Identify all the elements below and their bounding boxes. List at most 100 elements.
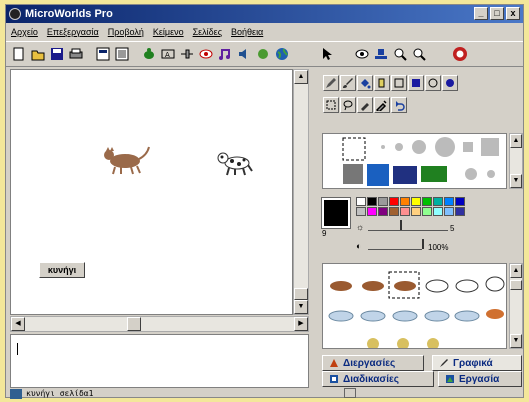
menu-view[interactable]: Προβολή: [108, 27, 144, 37]
menu-text[interactable]: Κείμενο: [153, 27, 184, 37]
tab-processes[interactable]: Διεργασίες: [322, 355, 424, 371]
oval-outline-icon[interactable]: [425, 75, 441, 91]
menu-edit[interactable]: Επεξεργασία: [47, 27, 99, 37]
menu-help[interactable]: Βοήθεια: [231, 27, 263, 37]
swatch[interactable]: [356, 207, 366, 216]
swatch[interactable]: [455, 197, 465, 206]
swatch[interactable]: [378, 197, 388, 206]
animals-scroll-up[interactable]: ▲: [510, 264, 522, 278]
swatch[interactable]: [411, 207, 421, 216]
opacity-slider-thumb[interactable]: [422, 239, 424, 249]
swatch[interactable]: [367, 207, 377, 216]
stamp-icon[interactable]: [372, 45, 390, 63]
animals-scroll-down[interactable]: ▼: [510, 334, 522, 348]
dog-turtle[interactable]: [217, 150, 257, 176]
swatch[interactable]: [411, 197, 421, 206]
oval-filled-icon[interactable]: [442, 75, 458, 91]
tab-project[interactable]: Εργασία: [438, 371, 522, 387]
page-vertical-scrollbar[interactable]: ▲ ▼: [293, 69, 309, 315]
shapes-gallery[interactable]: [322, 133, 507, 189]
horizontal-scroll-thumb[interactable]: [127, 317, 141, 331]
swatch[interactable]: [444, 207, 454, 216]
page-canvas[interactable]: κυνήγι: [10, 69, 293, 315]
swatch[interactable]: [422, 197, 432, 206]
pointer-icon[interactable]: [318, 45, 336, 63]
zoom-out-icon[interactable]: [410, 45, 428, 63]
shapes-scrollbar[interactable]: ▲ ▼: [509, 133, 523, 189]
rect-select-icon[interactable]: [323, 97, 339, 113]
magic-pen-icon[interactable]: [357, 97, 373, 113]
current-color[interactable]: [321, 197, 351, 229]
paint-palette: ▲ ▼ 9 ☼ 5 ◐ 100% ▲ ▼: [318, 69, 525, 355]
swatch[interactable]: [400, 207, 410, 216]
print-icon[interactable]: [67, 45, 85, 63]
swatch[interactable]: [422, 207, 432, 216]
button-tool-icon[interactable]: A: [159, 45, 177, 63]
sun-icon: ☼: [356, 222, 365, 232]
animals-scrollbar[interactable]: ▲ ▼: [509, 263, 523, 349]
menu-pages[interactable]: Σελίδες: [193, 27, 222, 37]
minimize-button[interactable]: _: [474, 7, 488, 20]
eraser-icon[interactable]: [374, 75, 390, 91]
full-screen-icon[interactable]: [113, 45, 131, 63]
scroll-down-arrow[interactable]: ▼: [294, 300, 308, 314]
rectangle-filled-icon[interactable]: [408, 75, 424, 91]
swatch[interactable]: [455, 207, 465, 216]
swatch[interactable]: [444, 197, 454, 206]
eye-icon[interactable]: [197, 45, 215, 63]
swatch[interactable]: [367, 197, 377, 206]
hunt-button[interactable]: κυνήγι: [39, 262, 85, 278]
shade-slider[interactable]: [368, 223, 448, 231]
page-horizontal-scrollbar[interactable]: ◀ ▶: [10, 316, 309, 332]
animation-icon[interactable]: [254, 45, 272, 63]
cat-turtle[interactable]: [99, 145, 151, 175]
scroll-right-arrow[interactable]: ▶: [294, 317, 308, 331]
lasso-icon[interactable]: [340, 97, 356, 113]
eye-tool-icon[interactable]: [353, 45, 371, 63]
stop-icon[interactable]: [451, 45, 469, 63]
swatch[interactable]: [433, 197, 443, 206]
shade-slider-thumb[interactable]: [400, 220, 402, 230]
music-icon[interactable]: [216, 45, 234, 63]
menu-bar: Αρχείο Επεξεργασία Προβολή Κείμενο Σελίδ…: [6, 24, 523, 40]
scroll-up-arrow[interactable]: ▲: [294, 70, 308, 84]
save-icon[interactable]: [48, 45, 66, 63]
animals-gallery[interactable]: [322, 263, 507, 349]
turtle-icon[interactable]: [140, 45, 158, 63]
swatch[interactable]: [356, 197, 366, 206]
project-icon: [446, 375, 454, 383]
sound-icon[interactable]: [235, 45, 253, 63]
swatch[interactable]: [433, 207, 443, 216]
scroll-left-arrow[interactable]: ◀: [11, 317, 25, 331]
open-folder-icon[interactable]: [29, 45, 47, 63]
swatch[interactable]: [400, 197, 410, 206]
swatch[interactable]: [378, 207, 388, 216]
shapes-scroll-down[interactable]: ▼: [510, 174, 522, 188]
shade-value: 5: [450, 224, 455, 233]
eyedropper-icon[interactable]: [374, 97, 390, 113]
command-center[interactable]: [10, 334, 309, 388]
shapes-scroll-up[interactable]: ▲: [510, 134, 522, 148]
rectangle-outline-icon[interactable]: [391, 75, 407, 91]
zoom-in-icon[interactable]: [391, 45, 409, 63]
close-button[interactable]: x: [506, 7, 520, 20]
fill-bucket-icon[interactable]: [357, 75, 373, 91]
animals-scroll-thumb[interactable]: [510, 280, 522, 290]
slider-tool-icon[interactable]: [178, 45, 196, 63]
new-file-icon[interactable]: [10, 45, 28, 63]
tab-procedures[interactable]: Διαδικασίες: [322, 371, 434, 387]
opacity-slider[interactable]: [368, 242, 422, 250]
swatch[interactable]: [389, 207, 399, 216]
tab-graphics[interactable]: Γραφικά: [432, 355, 522, 371]
undo-icon[interactable]: [391, 97, 407, 113]
status-indicator: [344, 388, 356, 398]
vertical-scroll-thumb[interactable]: [294, 288, 308, 300]
globe-icon[interactable]: [273, 45, 291, 63]
color-swatches[interactable]: [356, 197, 465, 216]
swatch[interactable]: [389, 197, 399, 206]
brush-icon[interactable]: [340, 75, 356, 91]
pencil-icon[interactable]: [323, 75, 339, 91]
menu-file[interactable]: Αρχείο: [11, 27, 38, 37]
maximize-button[interactable]: □: [490, 7, 504, 20]
page-view-icon[interactable]: [94, 45, 112, 63]
